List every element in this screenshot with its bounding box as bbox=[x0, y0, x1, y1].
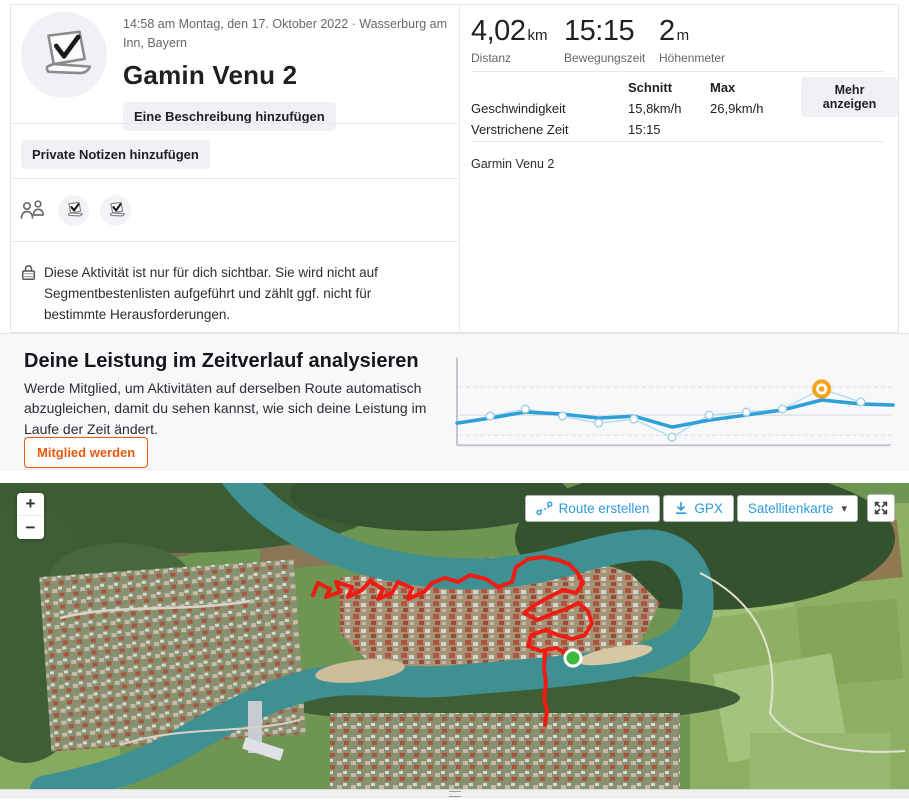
activity-map: + − Route erstellen GPX Satellitenkarte … bbox=[0, 483, 909, 789]
fullscreen-icon bbox=[874, 501, 888, 515]
stat-elevation: 2m Höhenmeter bbox=[659, 15, 725, 65]
stat-elevation-unit: m bbox=[676, 27, 690, 44]
zoom-out-button[interactable]: − bbox=[17, 516, 44, 539]
activity-timestamp: 14:58 am Montag, den 17. Oktober 2022 · … bbox=[123, 17, 448, 50]
row-speed-avg: 15,8km/h bbox=[628, 101, 682, 116]
row-speed-label: Geschwindigkeit bbox=[471, 101, 566, 116]
privacy-notice: Diese Aktivität ist nur für dich sichtba… bbox=[44, 265, 378, 322]
chevron-down-icon: ▾ bbox=[841, 502, 847, 515]
grip-icon bbox=[448, 791, 461, 797]
add-description-button[interactable]: Eine Beschreibung hinzufügen bbox=[123, 101, 336, 131]
show-more-button[interactable]: Mehr anzeigen bbox=[801, 77, 898, 117]
stat-elevation-value: 2 bbox=[659, 15, 675, 47]
stat-distance-value: 4,02 bbox=[471, 15, 526, 47]
stat-moving-time: 15:15 Bewegungszeit bbox=[564, 15, 659, 65]
stat-elevation-label: Höhenmeter bbox=[659, 51, 726, 65]
performance-sparkline bbox=[455, 357, 895, 447]
stat-moving-time-label: Bewegungszeit bbox=[564, 51, 646, 65]
activity-header: 14:58 am Montag, den 17. Oktober 2022 · … bbox=[123, 15, 453, 131]
create-route-button[interactable]: Route erstellen bbox=[524, 494, 661, 522]
laptop-check-icon bbox=[45, 30, 92, 75]
activity-title: Gamin Venu 2 bbox=[123, 59, 298, 90]
zoom-in-button[interactable]: + bbox=[17, 493, 44, 516]
activity-meta-icons bbox=[19, 193, 131, 227]
upsell-title: Deine Leistung im Zeitverlauf analysiere… bbox=[24, 350, 419, 372]
stat-moving-time-value: 15:15 bbox=[564, 15, 635, 47]
map-zoom-control: + − bbox=[17, 493, 44, 539]
device-name: Garmin Venu 2 bbox=[471, 157, 555, 171]
map-toolbar: Route erstellen GPX Satellitenkarte ▾ bbox=[524, 494, 895, 522]
privacy-notice-row: Diese Aktivität ist nur für dich sichtba… bbox=[21, 263, 433, 326]
row-speed-max: 26,9km/h bbox=[710, 101, 764, 116]
route-icon bbox=[535, 501, 553, 515]
map-layer-button[interactable]: Satellitenkarte ▾ bbox=[736, 494, 858, 522]
group-icon[interactable] bbox=[19, 199, 47, 221]
stats-table: Schnitt Max Geschwindigkeit 15,8km/h 26,… bbox=[471, 79, 801, 138]
divider bbox=[471, 141, 884, 142]
join-button[interactable]: Mitglied werden bbox=[24, 437, 149, 468]
laptop-check-icon bbox=[67, 201, 83, 217]
stat-distance-label: Distanz bbox=[471, 51, 512, 65]
map-canvas[interactable] bbox=[0, 483, 909, 789]
row-elapsed-label: Verstrichene Zeit bbox=[471, 122, 569, 137]
device-badge[interactable] bbox=[58, 194, 89, 226]
row-elapsed-max bbox=[710, 121, 801, 138]
lock-icon bbox=[22, 265, 35, 281]
panel-resize-handle[interactable] bbox=[0, 789, 909, 798]
divider bbox=[11, 178, 458, 179]
stat-distance: 4,02 km Distanz bbox=[471, 15, 564, 65]
start-marker[interactable] bbox=[563, 648, 583, 668]
download-icon bbox=[676, 501, 687, 514]
membership-upsell-banner: Deine Leistung im Zeitverlauf analysiere… bbox=[0, 333, 909, 470]
stat-distance-unit: km bbox=[527, 27, 548, 44]
device-badge[interactable] bbox=[100, 194, 131, 226]
laptop-check-icon bbox=[109, 201, 125, 217]
column-divider bbox=[459, 5, 460, 332]
upsell-body: Werde Mitglied, um Aktivitäten auf derse… bbox=[24, 380, 427, 437]
activity-page: 14:58 am Montag, den 17. Oktober 2022 · … bbox=[0, 0, 909, 801]
activity-avatar[interactable] bbox=[21, 12, 107, 98]
divider bbox=[11, 123, 458, 124]
add-private-notes-button[interactable]: Private Notizen hinzufügen bbox=[21, 140, 210, 169]
row-elapsed-avg: 15:15 bbox=[628, 122, 661, 137]
table-corner bbox=[471, 79, 628, 96]
column-header-avg: Schnitt bbox=[628, 80, 673, 95]
activity-summary-card: 14:58 am Montag, den 17. Oktober 2022 · … bbox=[10, 4, 899, 333]
column-header-max: Max bbox=[710, 80, 736, 95]
primary-stats: 4,02 km Distanz 15:15 Bewegungszeit 2m Hö… bbox=[471, 15, 725, 65]
fullscreen-button[interactable] bbox=[867, 494, 895, 522]
gpx-export-button[interactable]: GPX bbox=[663, 494, 734, 522]
divider bbox=[471, 71, 884, 72]
divider bbox=[11, 241, 458, 242]
